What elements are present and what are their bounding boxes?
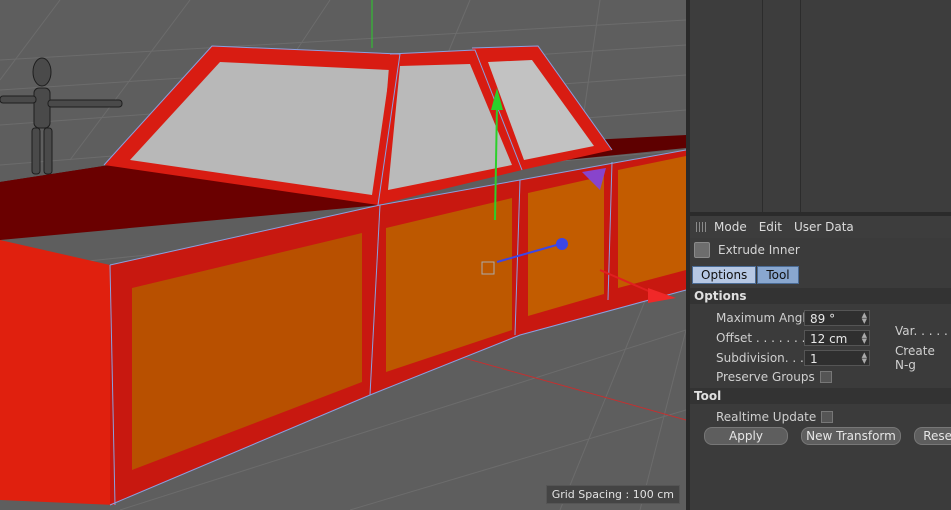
column-separator [800,0,801,212]
offset-label: Offset . . . . . . . . [716,331,814,345]
tab-options[interactable]: Options [692,266,757,284]
panel-grip-icon[interactable] [696,222,706,232]
scene-render [0,0,686,510]
column-separator [762,0,763,212]
menu-mode[interactable]: Mode [714,220,747,234]
preserve-groups-checkbox[interactable] [819,371,832,383]
realtime-update-label: Realtime Update [716,410,817,424]
max-angle-value: 89 ° [810,312,836,326]
section-tool-header: Tool [690,388,951,404]
apply-button[interactable]: Apply [704,427,788,445]
stepper-icon[interactable]: ▲ ▼ [862,352,867,365]
attributes-menu-bar: Mode Edit User Data [690,216,951,238]
subdivision-value: 1 [810,352,818,366]
attribute-tabs: Options Tool [692,266,800,284]
tab-tool[interactable]: Tool [757,266,799,284]
stepper-icon[interactable]: ▲ ▼ [862,332,867,345]
offset-field[interactable]: 12 cm ▲ ▼ [804,330,870,346]
grid-spacing-label: Grid Spacing : 100 cm [545,485,680,504]
menu-user-data[interactable]: User Data [794,220,854,234]
preserve-groups-label: Preserve Groups [716,370,815,384]
extrude-inner-icon [694,242,710,258]
stepper-icon[interactable]: ▲ ▼ [862,312,867,325]
3d-viewport[interactable]: Grid Spacing : 100 cm [0,0,686,510]
attributes-manager: Mode Edit User Data Extrude Inner Option… [690,216,951,510]
subdivision-field[interactable]: 1 ▲ ▼ [804,350,870,366]
reset-button[interactable]: Reset [914,427,951,445]
tool-name: Extrude Inner [718,243,800,257]
offset-value: 12 cm [810,332,848,346]
max-angle-label: Maximum Angle [716,311,814,325]
new-transform-button[interactable]: New Transform [801,427,901,445]
subdivision-label: Subdivision. . . . [716,351,812,365]
create-ngons-label: Create N-g [895,344,935,372]
section-options-header: Options [690,288,951,304]
menu-edit[interactable]: Edit [759,220,782,234]
object-manager-panel[interactable] [690,0,951,212]
tool-title: Extrude Inner [694,242,800,258]
max-angle-field[interactable]: 89 ° ▲ ▼ [804,310,870,326]
realtime-update-checkbox[interactable] [821,411,834,423]
